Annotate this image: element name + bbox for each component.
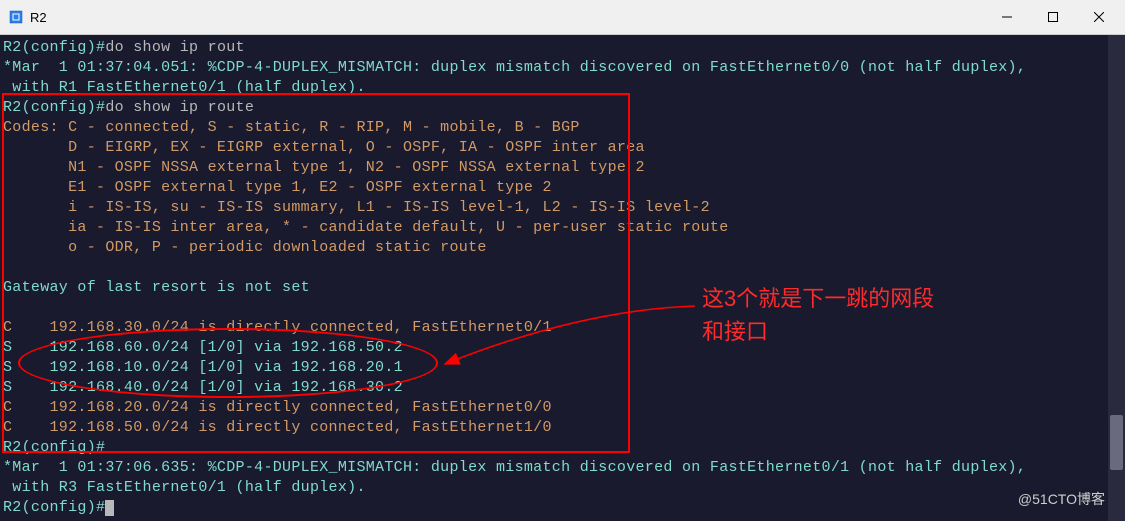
- codes-line: i - IS-IS, su - IS-IS summary, L1 - IS-I…: [3, 198, 1122, 218]
- window-controls: [984, 2, 1122, 32]
- scrollbar-thumb[interactable]: [1110, 415, 1123, 470]
- route-static: S 192.168.10.0/24 [1/0] via 192.168.20.1: [3, 358, 1122, 378]
- close-button[interactable]: [1076, 2, 1122, 32]
- route-connected: C 192.168.50.0/24 is directly connected,…: [3, 418, 1122, 438]
- annotation-line2: 和接口: [702, 315, 934, 348]
- annotation-text: 这3个就是下一跳的网段 和接口: [702, 282, 934, 348]
- codes-line: D - EIGRP, EX - EIGRP external, O - OSPF…: [3, 138, 1122, 158]
- scrollbar-track[interactable]: [1108, 35, 1125, 521]
- system-message: *Mar 1 01:37:06.635: %CDP-4-DUPLEX_MISMA…: [3, 458, 1122, 478]
- prompt: R2(config)#: [3, 499, 105, 516]
- codes-line: N1 - OSPF NSSA external type 1, N2 - OSP…: [3, 158, 1122, 178]
- codes-line: E1 - OSPF external type 1, E2 - OSPF ext…: [3, 178, 1122, 198]
- terminal-output[interactable]: R2(config)#do show ip rout *Mar 1 01:37:…: [0, 35, 1125, 521]
- blank-line: [3, 258, 1122, 278]
- watermark: @51CTO博客: [1018, 489, 1105, 509]
- route-connected: C 192.168.30.0/24 is directly connected,…: [3, 318, 1122, 338]
- cursor-icon: [105, 500, 114, 516]
- app-icon: [8, 9, 24, 25]
- route-static: S 192.168.60.0/24 [1/0] via 192.168.50.2: [3, 338, 1122, 358]
- system-message: *Mar 1 01:37:04.051: %CDP-4-DUPLEX_MISMA…: [3, 58, 1122, 78]
- system-message: with R3 FastEthernet0/1 (half duplex).: [3, 478, 1122, 498]
- minimize-button[interactable]: [984, 2, 1030, 32]
- codes-line: o - ODR, P - periodic downloaded static …: [3, 238, 1122, 258]
- codes-line: Codes: C - connected, S - static, R - RI…: [3, 118, 1122, 138]
- title-bar: R2: [0, 0, 1125, 35]
- system-message: with R1 FastEthernet0/1 (half duplex).: [3, 78, 1122, 98]
- route-static: S 192.168.40.0/24 [1/0] via 192.168.30.2: [3, 378, 1122, 398]
- prompt: R2(config)#: [3, 39, 105, 56]
- annotation-line1: 这3个就是下一跳的网段: [702, 282, 934, 315]
- window-title: R2: [30, 10, 47, 25]
- command-text: do show ip rout: [105, 39, 245, 56]
- blank-line: [3, 298, 1122, 318]
- maximize-button[interactable]: [1030, 2, 1076, 32]
- title-left: R2: [8, 9, 47, 25]
- route-connected: C 192.168.20.0/24 is directly connected,…: [3, 398, 1122, 418]
- prompt: R2(config)#: [3, 99, 105, 116]
- command-text: do show ip route: [105, 99, 254, 116]
- gateway-line: Gateway of last resort is not set: [3, 278, 1122, 298]
- codes-line: ia - IS-IS inter area, * - candidate def…: [3, 218, 1122, 238]
- prompt: R2(config)#: [3, 439, 105, 456]
